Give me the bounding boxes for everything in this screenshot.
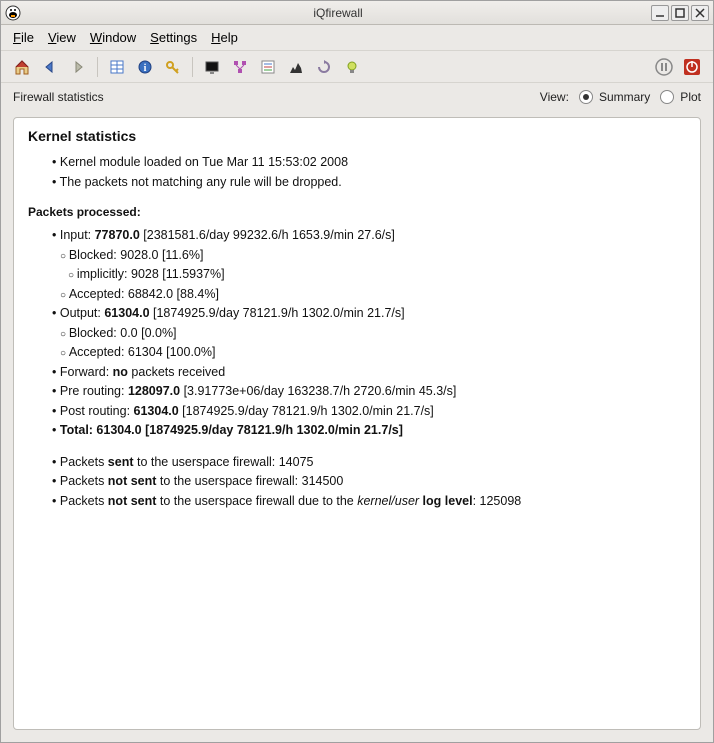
kernel-loaded-line: Kernel module loaded on Tue Mar 11 15:53…: [52, 154, 686, 172]
maximize-button[interactable]: [671, 5, 689, 21]
key-button[interactable]: [162, 56, 184, 78]
radio-summary[interactable]: [579, 90, 593, 104]
total-line: Total: 61304.0 [1874925.9/day 78121.9/h …: [52, 422, 686, 440]
pause-button[interactable]: [653, 56, 675, 78]
home-button[interactable]: [11, 56, 33, 78]
list-button[interactable]: [257, 56, 279, 78]
input-accepted-line: Accepted: 68842.0 [88.4%]: [60, 286, 686, 304]
menubar: File View Window Settings Help: [1, 25, 713, 51]
radio-plot[interactable]: [660, 90, 674, 104]
chart-button[interactable]: [285, 56, 307, 78]
back-button[interactable]: [39, 56, 61, 78]
svg-text:i: i: [144, 63, 147, 74]
output-blocked-line: Blocked: 0.0 [0.0%]: [60, 325, 686, 343]
menu-window[interactable]: Window: [90, 30, 136, 45]
toolbar: i: [1, 51, 713, 83]
view-label: View:: [540, 90, 569, 104]
close-button[interactable]: [691, 5, 709, 21]
menu-file[interactable]: File: [13, 30, 34, 45]
menu-help[interactable]: Help: [211, 30, 238, 45]
app-icon: [5, 5, 21, 21]
separator: [192, 57, 193, 77]
separator: [97, 57, 98, 77]
radio-plot-label[interactable]: Plot: [680, 90, 701, 104]
monitor-button[interactable]: [201, 56, 223, 78]
app-window: iQfirewall File View Window Settings Hel…: [0, 0, 714, 743]
forward-button[interactable]: [67, 56, 89, 78]
window-buttons: [651, 5, 709, 21]
titlebar: iQfirewall: [1, 1, 713, 25]
output-accepted-line: Accepted: 61304 [100.0%]: [60, 344, 686, 362]
view-row: Firewall statistics View: Summary Plot: [1, 83, 713, 111]
notsent2-line: Packets not sent to the userspace firewa…: [52, 493, 686, 511]
menu-view[interactable]: View: [48, 30, 76, 45]
window-title: iQfirewall: [25, 6, 651, 20]
radio-summary-label[interactable]: Summary: [599, 90, 650, 104]
prerouting-line: Pre routing: 128097.0 [3.91773e+06/day 1…: [52, 383, 686, 401]
info-button[interactable]: i: [134, 56, 156, 78]
power-button[interactable]: [681, 56, 703, 78]
page-label: Firewall statistics: [13, 90, 104, 104]
reload-button[interactable]: [313, 56, 335, 78]
sent-line: Packets sent to the userspace firewall: …: [52, 454, 686, 472]
input-blocked-line: Blocked: 9028.0 [11.6%]: [60, 247, 686, 265]
input-implicitly-line: implicitly: 9028 [11.5937%]: [68, 266, 686, 284]
notsent1-line: Packets not sent to the userspace firewa…: [52, 473, 686, 491]
content-pane: Kernel statistics Kernel module loaded o…: [13, 117, 701, 730]
packets-processed-label: Packets processed:: [28, 205, 686, 219]
menu-settings[interactable]: Settings: [150, 30, 197, 45]
input-line: Input: 77870.0 [2381581.6/day 99232.6/h …: [52, 227, 686, 245]
bulb-button[interactable]: [341, 56, 363, 78]
table-button[interactable]: [106, 56, 128, 78]
postrouting-line: Post routing: 61304.0 [1874925.9/day 781…: [52, 403, 686, 421]
network-button[interactable]: [229, 56, 251, 78]
minimize-button[interactable]: [651, 5, 669, 21]
forward-line: Forward: no packets received: [52, 364, 686, 382]
not-matching-line: The packets not matching any rule will b…: [52, 174, 686, 192]
stats-heading: Kernel statistics: [28, 128, 686, 144]
output-line: Output: 61304.0 [1874925.9/day 78121.9/h…: [52, 305, 686, 323]
